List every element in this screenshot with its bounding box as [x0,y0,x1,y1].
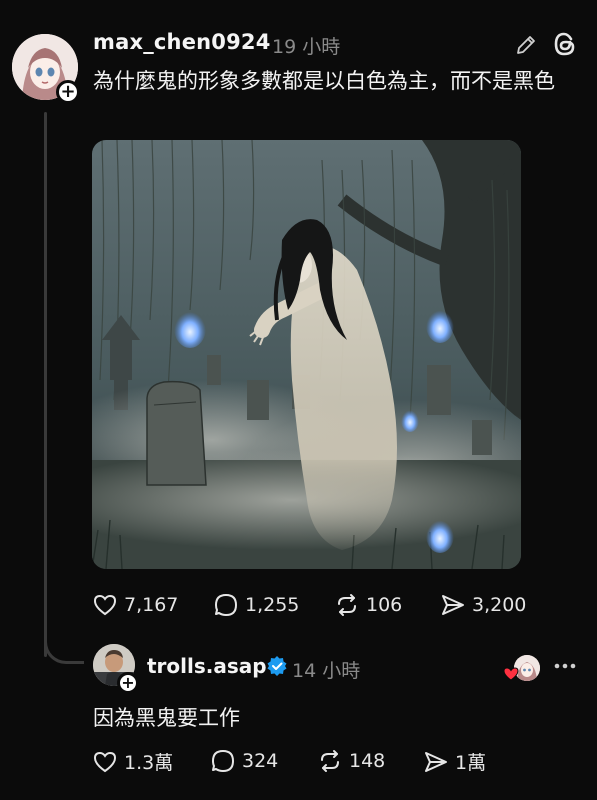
comment-count: 1,255 [245,594,300,616]
follow-plus-button[interactable]: + [117,672,139,694]
post-text: 為什麼鬼的形象多數都是以白色為主，而不是黑色 [93,69,555,93]
heart-icon [93,594,117,616]
reply-repost-count: 148 [349,750,386,772]
reply-share-count: 1萬 [455,752,487,774]
reply-like-count: 1.3萬 [124,752,174,774]
comment-bubble-icon [212,750,234,772]
post-time: 19 小時 [272,36,341,58]
post-image[interactable] [92,140,521,569]
threads-logo-icon[interactable] [551,30,579,58]
reply-repost-button[interactable]: 148 [317,748,385,774]
post-username[interactable]: max_chen0924 [93,30,271,54]
like-count: 7,167 [124,594,179,616]
like-button[interactable]: 7,167 [92,592,178,618]
more-dots-icon[interactable] [552,656,578,676]
reply-time: 14 小時 [292,660,361,682]
pencil-icon[interactable] [514,33,538,57]
repost-icon [338,594,356,616]
reply-username[interactable]: trolls.asap [147,654,267,678]
share-count: 3,200 [472,594,527,616]
reply-like-button[interactable]: 1.3萬 [92,748,173,775]
thread-connector-line [44,112,47,657]
repost-count: 106 [366,594,403,616]
reply-comment-button[interactable]: 324 [210,748,278,774]
heart-icon [93,751,117,772]
comment-button[interactable]: 1,255 [213,592,299,618]
reply-text: 因為黑鬼要工作 [93,706,240,730]
comment-bubble-icon [215,594,237,616]
reply-comment-count: 324 [242,750,279,772]
heart-icon [503,666,519,682]
thread-connector-curve [44,624,84,664]
verified-badge-icon [266,655,288,677]
follow-plus-button[interactable]: + [56,80,80,104]
repost-button[interactable]: 106 [334,592,402,618]
send-icon [442,595,464,615]
send-icon [425,751,447,772]
reply-share-button[interactable]: 1萬 [423,748,486,775]
share-button[interactable]: 3,200 [440,592,526,618]
repost-icon [321,750,339,772]
